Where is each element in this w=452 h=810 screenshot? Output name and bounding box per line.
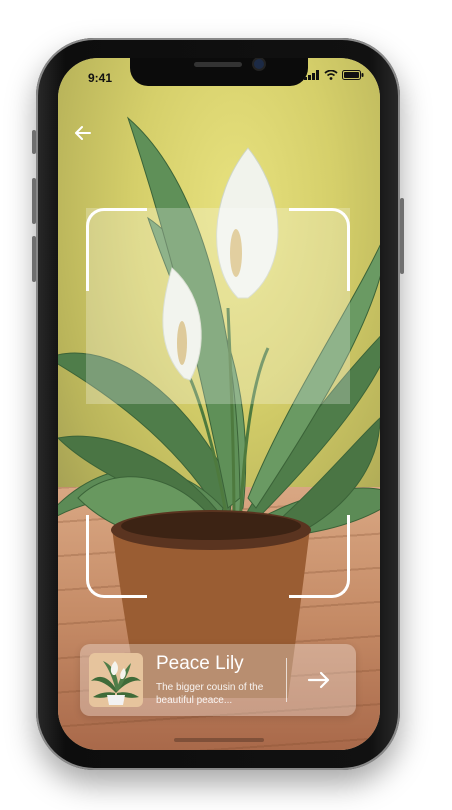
scan-corner-bottom-right [289, 515, 350, 598]
volume-up-button [32, 178, 36, 224]
scan-corner-bottom-left [86, 515, 147, 598]
plant-result-card[interactable]: Peace Lily The bigger cousin of the beau… [80, 644, 356, 716]
battery-icon [342, 70, 364, 80]
silent-switch [32, 130, 36, 154]
wifi-icon [324, 70, 338, 80]
scan-corner-top-left [86, 208, 147, 291]
volume-down-button [32, 236, 36, 282]
power-button [400, 198, 404, 274]
front-camera [254, 59, 264, 69]
camera-screen: 9:41 Peace Lily The bigger cousin of the… [58, 58, 380, 750]
cellular-signal-icon [304, 70, 319, 80]
scan-frame [86, 208, 350, 598]
plant-thumbnail [89, 653, 143, 707]
scan-corner-top-right [289, 208, 350, 291]
card-divider [286, 658, 287, 702]
back-button[interactable] [72, 122, 94, 144]
status-time: 9:41 [88, 71, 113, 85]
status-icons [304, 70, 364, 80]
home-indicator [174, 738, 264, 742]
notch [130, 58, 308, 86]
status-bar: 9:41 [58, 58, 380, 94]
plant-description: The bigger cousin of the beautiful peace… [156, 682, 264, 706]
arrow-right-icon [307, 671, 330, 689]
view-details-button[interactable] [302, 665, 336, 695]
plant-name: Peace Lily [156, 653, 244, 674]
arrow-left-icon [75, 126, 91, 140]
speaker [194, 62, 242, 67]
